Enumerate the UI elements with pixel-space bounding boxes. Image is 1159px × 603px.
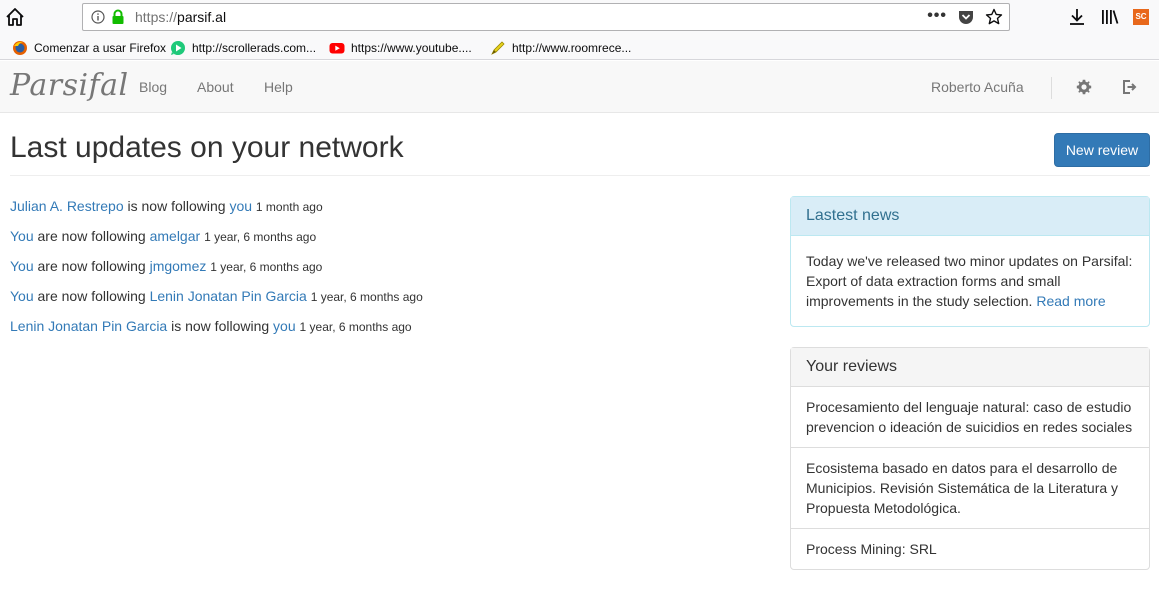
bookmark-label: http://scrollerads.com... bbox=[192, 41, 317, 55]
activity-target-link[interactable]: you bbox=[273, 318, 296, 334]
activity-item: You are now following amelgar 1 year, 6 … bbox=[10, 228, 770, 258]
activity-verb: are now following bbox=[33, 228, 150, 244]
bookmark-star-icon[interactable] bbox=[985, 8, 1003, 26]
address-bar[interactable]: https://parsif.al ••• bbox=[82, 3, 1010, 31]
activity-item: You are now following Lenin Jonatan Pin … bbox=[10, 288, 770, 318]
activity-verb: are now following bbox=[33, 258, 150, 274]
nav-link-help[interactable]: Help bbox=[264, 79, 293, 95]
activity-actor-link[interactable]: You bbox=[10, 258, 34, 274]
new-review-button[interactable]: New review bbox=[1054, 133, 1150, 167]
review-list-item[interactable]: Procesamiento del lenguaje natural: caso… bbox=[791, 387, 1149, 448]
home-icon[interactable] bbox=[4, 6, 26, 28]
bookmark-label: https://www.youtube.... bbox=[351, 41, 472, 55]
activity-item: Julian A. Restrepo is now following you … bbox=[10, 198, 770, 228]
nav-link-blog[interactable]: Blog bbox=[139, 79, 167, 95]
activity-verb: are now following bbox=[33, 288, 150, 304]
activity-target-link[interactable]: Lenin Jonatan Pin Garcia bbox=[150, 288, 307, 304]
reviews-panel-heading: Your reviews bbox=[791, 348, 1149, 387]
activity-target-link[interactable]: jmgomez bbox=[150, 258, 207, 274]
title-divider bbox=[10, 175, 1150, 176]
brand-logo[interactable]: Parsifal bbox=[10, 68, 129, 103]
news-panel-body: Today we've released two minor updates o… bbox=[791, 236, 1149, 326]
url-host: parsif.al bbox=[177, 9, 227, 25]
page-actions-icon[interactable]: ••• bbox=[927, 7, 947, 25]
nav-link-about[interactable]: About bbox=[197, 79, 234, 95]
user-name-link[interactable]: Roberto Acuña bbox=[931, 79, 1024, 95]
scrollerads-icon bbox=[171, 41, 185, 55]
url-text[interactable]: https://parsif.al bbox=[135, 9, 226, 25]
activity-time: 1 year, 6 months ago bbox=[299, 320, 412, 334]
activity-time: 1 year, 6 months ago bbox=[204, 230, 317, 244]
activity-actor-link[interactable]: Julian A. Restrepo bbox=[10, 198, 124, 214]
activity-verb: is now following bbox=[167, 318, 274, 334]
pen-icon bbox=[491, 41, 505, 55]
reviews-panel: Your reviews Procesamiento del lenguaje … bbox=[790, 347, 1150, 570]
bookmark-label: Comenzar a usar Firefox bbox=[34, 41, 167, 55]
bookmark-item[interactable]: https://www.youtube.... bbox=[329, 39, 472, 57]
bookmark-item[interactable]: http://www.roomrece... bbox=[490, 39, 631, 57]
download-icon[interactable] bbox=[1068, 8, 1086, 26]
review-list-item[interactable]: Ecosistema basado en datos para el desar… bbox=[791, 448, 1149, 529]
activity-verb: is now following bbox=[123, 198, 230, 214]
firefox-icon bbox=[13, 41, 27, 55]
activity-time: 1 year, 6 months ago bbox=[310, 290, 423, 304]
sign-out-icon[interactable] bbox=[1121, 79, 1137, 95]
news-panel: Lastest news Today we've released two mi… bbox=[790, 196, 1150, 327]
bookmarks-bar: Comenzar a usar Firefox http://scrollera… bbox=[0, 36, 1159, 60]
bookmark-item[interactable]: http://scrollerads.com... bbox=[170, 39, 316, 57]
youtube-icon bbox=[329, 43, 345, 54]
lock-icon bbox=[112, 9, 124, 24]
activity-actor-link[interactable]: Lenin Jonatan Pin Garcia bbox=[10, 318, 167, 334]
browser-toolbar: https://parsif.al ••• SC bbox=[0, 0, 1159, 36]
activity-time: 1 year, 6 months ago bbox=[210, 260, 323, 274]
page-title: Last updates on your network bbox=[10, 131, 404, 164]
pocket-icon[interactable] bbox=[958, 10, 974, 25]
bookmark-item[interactable]: Comenzar a usar Firefox bbox=[12, 39, 166, 57]
activity-item: You are now following jmgomez 1 year, 6 … bbox=[10, 258, 770, 288]
activity-feed: Julian A. Restrepo is now following you … bbox=[10, 198, 770, 348]
activity-item: Lenin Jonatan Pin Garcia is now followin… bbox=[10, 318, 770, 348]
gear-icon[interactable] bbox=[1076, 79, 1092, 95]
news-panel-heading: Lastest news bbox=[791, 197, 1149, 236]
extension-sc-icon[interactable]: SC bbox=[1133, 9, 1149, 25]
library-icon[interactable] bbox=[1100, 8, 1120, 26]
activity-target-link[interactable]: amelgar bbox=[150, 228, 201, 244]
info-icon[interactable] bbox=[91, 10, 105, 24]
activity-time: 1 month ago bbox=[255, 200, 323, 214]
activity-actor-link[interactable]: You bbox=[10, 288, 34, 304]
site-navbar: Parsifal Blog About Help Roberto Acuña bbox=[0, 61, 1159, 113]
url-protocol: https:// bbox=[135, 9, 178, 25]
bookmark-label: http://www.roomrece... bbox=[512, 41, 632, 55]
nav-divider bbox=[1051, 77, 1052, 99]
activity-target-link[interactable]: you bbox=[229, 198, 252, 214]
activity-actor-link[interactable]: You bbox=[10, 228, 34, 244]
read-more-link[interactable]: Read more bbox=[1036, 293, 1105, 309]
review-list-item[interactable]: Process Mining: SRL bbox=[791, 529, 1149, 569]
